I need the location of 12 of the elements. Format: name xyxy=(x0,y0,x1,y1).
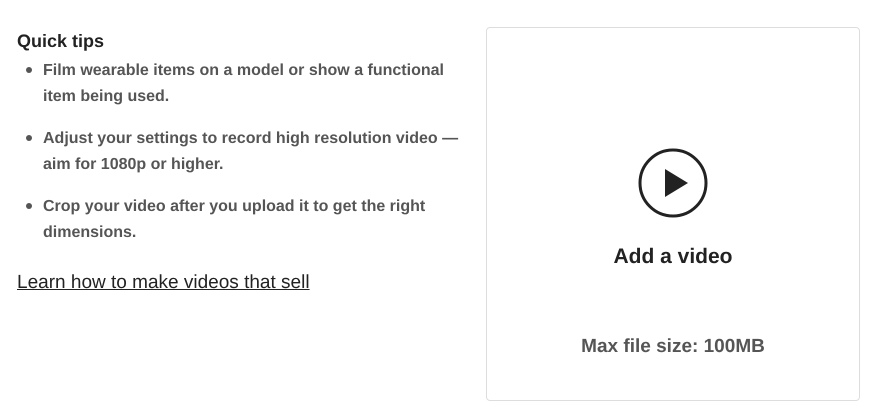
add-video-label: Add a video xyxy=(613,244,733,270)
play-icon xyxy=(638,148,708,218)
bullet-icon xyxy=(26,203,32,209)
tip-text: Adjust your settings to record high resolution video —aim for 1080p or higher. xyxy=(43,129,460,175)
file-size-limit: Max file size: 100MB xyxy=(581,334,765,358)
tip-text: Film wearable items on a model or show a functional item being used. xyxy=(43,61,445,107)
bullet-icon xyxy=(26,135,32,141)
tip-text: Crop your video after you upload it to get the right dimensions. xyxy=(43,197,426,243)
learn-link[interactable]: Learn how to make videos that sell xyxy=(17,271,310,295)
bullet-icon xyxy=(26,67,32,73)
video-upload-card[interactable]: Add a video Max file size: 100MB xyxy=(486,27,860,401)
section-title: Quick tips xyxy=(17,30,106,52)
